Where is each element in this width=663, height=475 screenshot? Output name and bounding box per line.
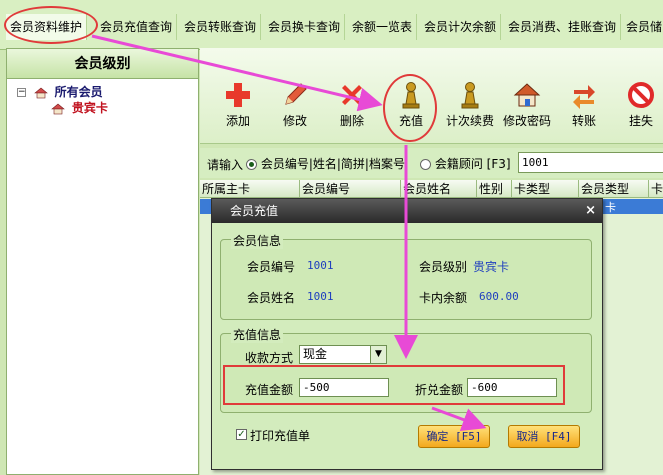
column-header[interactable]: 卡 <box>649 180 663 198</box>
count-renew-button[interactable]: 计次续费 <box>440 80 500 129</box>
module-tab-bar: 会员资料维护 会员充值查询 会员转账查询 会员换卡查询 余额一览表 会员计次余额… <box>0 0 663 50</box>
report-loss-button[interactable]: 挂失 <box>611 80 663 129</box>
member-id-label: 会员编号 <box>247 260 296 274</box>
search-prompt: 请输入 <box>207 158 244 172</box>
recharge-dialog: 会员充值 × 会员信息 会员编号 1001 会员级别 贵宾卡 会员姓名 1001… <box>211 198 603 470</box>
house-icon <box>33 87 48 98</box>
dialog-title: 会员充值 <box>230 204 279 218</box>
card-balance-label: 卡内余额 <box>419 291 468 305</box>
close-icon[interactable]: × <box>585 199 596 223</box>
highlight-ellipse-recharge <box>383 74 437 142</box>
change-password-button[interactable]: 修改密码 <box>497 80 557 129</box>
tab-recharge-query[interactable]: 会员充值查询 <box>96 14 178 40</box>
add-button-label: 添加 <box>225 114 250 128</box>
tab-count-balance[interactable]: 会员计次余额 <box>420 14 502 40</box>
member-level-label: 会员级别 <box>419 260 468 274</box>
print-receipt-label: 打印充值单 <box>250 429 311 443</box>
search-option-consultant-label: 会籍顾问 [F3] <box>434 157 511 171</box>
column-header[interactable]: 卡类型 <box>512 180 579 198</box>
tree-collapse-icon[interactable]: − <box>17 88 26 97</box>
column-header[interactable]: 所属主卡 <box>200 180 300 198</box>
change-password-button-label: 修改密码 <box>502 114 551 128</box>
dialog-title-bar[interactable]: 会员充值 × <box>212 199 602 223</box>
search-option-member-label: 会员编号|姓名|简拼|档案号 <box>260 157 405 171</box>
tab-balance-list[interactable]: 余额一览表 <box>348 14 418 40</box>
radio-unselected-icon[interactable] <box>420 159 431 170</box>
delete-x-icon <box>342 85 362 105</box>
card-balance-value: 600.00 <box>479 290 519 303</box>
highlight-rect-amounts <box>223 365 565 405</box>
pencil-icon <box>285 83 307 105</box>
member-name-label: 会员姓名 <box>247 291 296 305</box>
confirm-button[interactable]: 确定 [F5] <box>418 425 490 448</box>
group-legend: 会员信息 <box>231 232 284 249</box>
member-info-group: 会员信息 会员编号 1001 会员级别 贵宾卡 会员姓名 1001 卡内余额 6… <box>220 232 592 320</box>
row-cell: 卡 <box>605 201 616 214</box>
payment-method-label: 收款方式 <box>245 351 294 365</box>
no-entry-icon <box>628 82 654 108</box>
panel-title: 会员级别 <box>7 49 198 79</box>
grid-header: 所属主卡 会员编号 会员姓名 性别 卡类型 会员类型 卡 <box>200 180 663 198</box>
column-header[interactable]: 会员姓名 <box>401 180 477 198</box>
add-button[interactable]: 添加 <box>208 80 268 129</box>
column-header[interactable]: 会员编号 <box>300 180 401 198</box>
search-row: 请输入 会员编号|姓名|简拼|档案号 会籍顾问 [F3] 1001 <box>200 148 663 178</box>
tab-card-change-query[interactable]: 会员换卡查询 <box>264 14 346 40</box>
payment-method-select[interactable]: 现金 ▼ <box>299 345 387 364</box>
tab-consume-query[interactable]: 会员消费、挂账查询 <box>504 14 622 40</box>
group-legend: 充值信息 <box>231 326 284 343</box>
column-header[interactable]: 性别 <box>477 180 512 198</box>
highlight-ellipse-tab <box>4 6 98 44</box>
print-receipt-checkbox[interactable]: ✓ <box>236 429 247 440</box>
chevron-down-icon[interactable]: ▼ <box>370 346 386 363</box>
column-header[interactable]: 会员类型 <box>579 180 649 198</box>
chess-pawn-icon <box>461 82 479 109</box>
member-level-panel: 会员级别 − 所有会员 贵宾卡 <box>6 48 199 475</box>
tree-item-label: 贵宾卡 <box>71 101 108 115</box>
transfer-button-label: 转账 <box>571 114 596 128</box>
member-id-value: 1001 <box>307 259 334 272</box>
edit-button-label: 修改 <box>282 114 307 128</box>
house-icon <box>513 83 541 107</box>
plus-icon <box>226 83 250 107</box>
tab-transfer-query[interactable]: 会员转账查询 <box>180 14 262 40</box>
tree-item-all-members[interactable]: − 所有会员 <box>17 83 103 100</box>
payment-method-value: 现金 <box>303 347 328 361</box>
member-name-value: 1001 <box>307 290 334 303</box>
edit-button[interactable]: 修改 <box>265 80 325 129</box>
delete-button[interactable]: 删除 <box>322 80 382 129</box>
search-option-member[interactable]: 会员编号|姓名|简拼|档案号 <box>246 155 405 172</box>
member-level-value: 贵宾卡 <box>473 260 510 274</box>
delete-button-label: 删除 <box>339 114 364 128</box>
search-option-consultant[interactable]: 会籍顾问 [F3] <box>420 155 511 172</box>
transfer-icon <box>573 85 595 109</box>
cancel-button[interactable]: 取消 [F4] <box>508 425 580 448</box>
radio-selected-icon[interactable] <box>246 159 257 170</box>
house-icon <box>51 103 65 114</box>
tree-item-vip-card[interactable]: 贵宾卡 <box>51 99 108 116</box>
count-renew-button-label: 计次续费 <box>445 114 494 128</box>
search-input[interactable]: 1001 <box>518 152 663 173</box>
tab-more[interactable]: 会员储 <box>622 14 663 40</box>
tree-item-label: 所有会员 <box>54 85 103 99</box>
report-loss-button-label: 挂失 <box>628 114 653 128</box>
transfer-button[interactable]: 转账 <box>554 80 614 129</box>
